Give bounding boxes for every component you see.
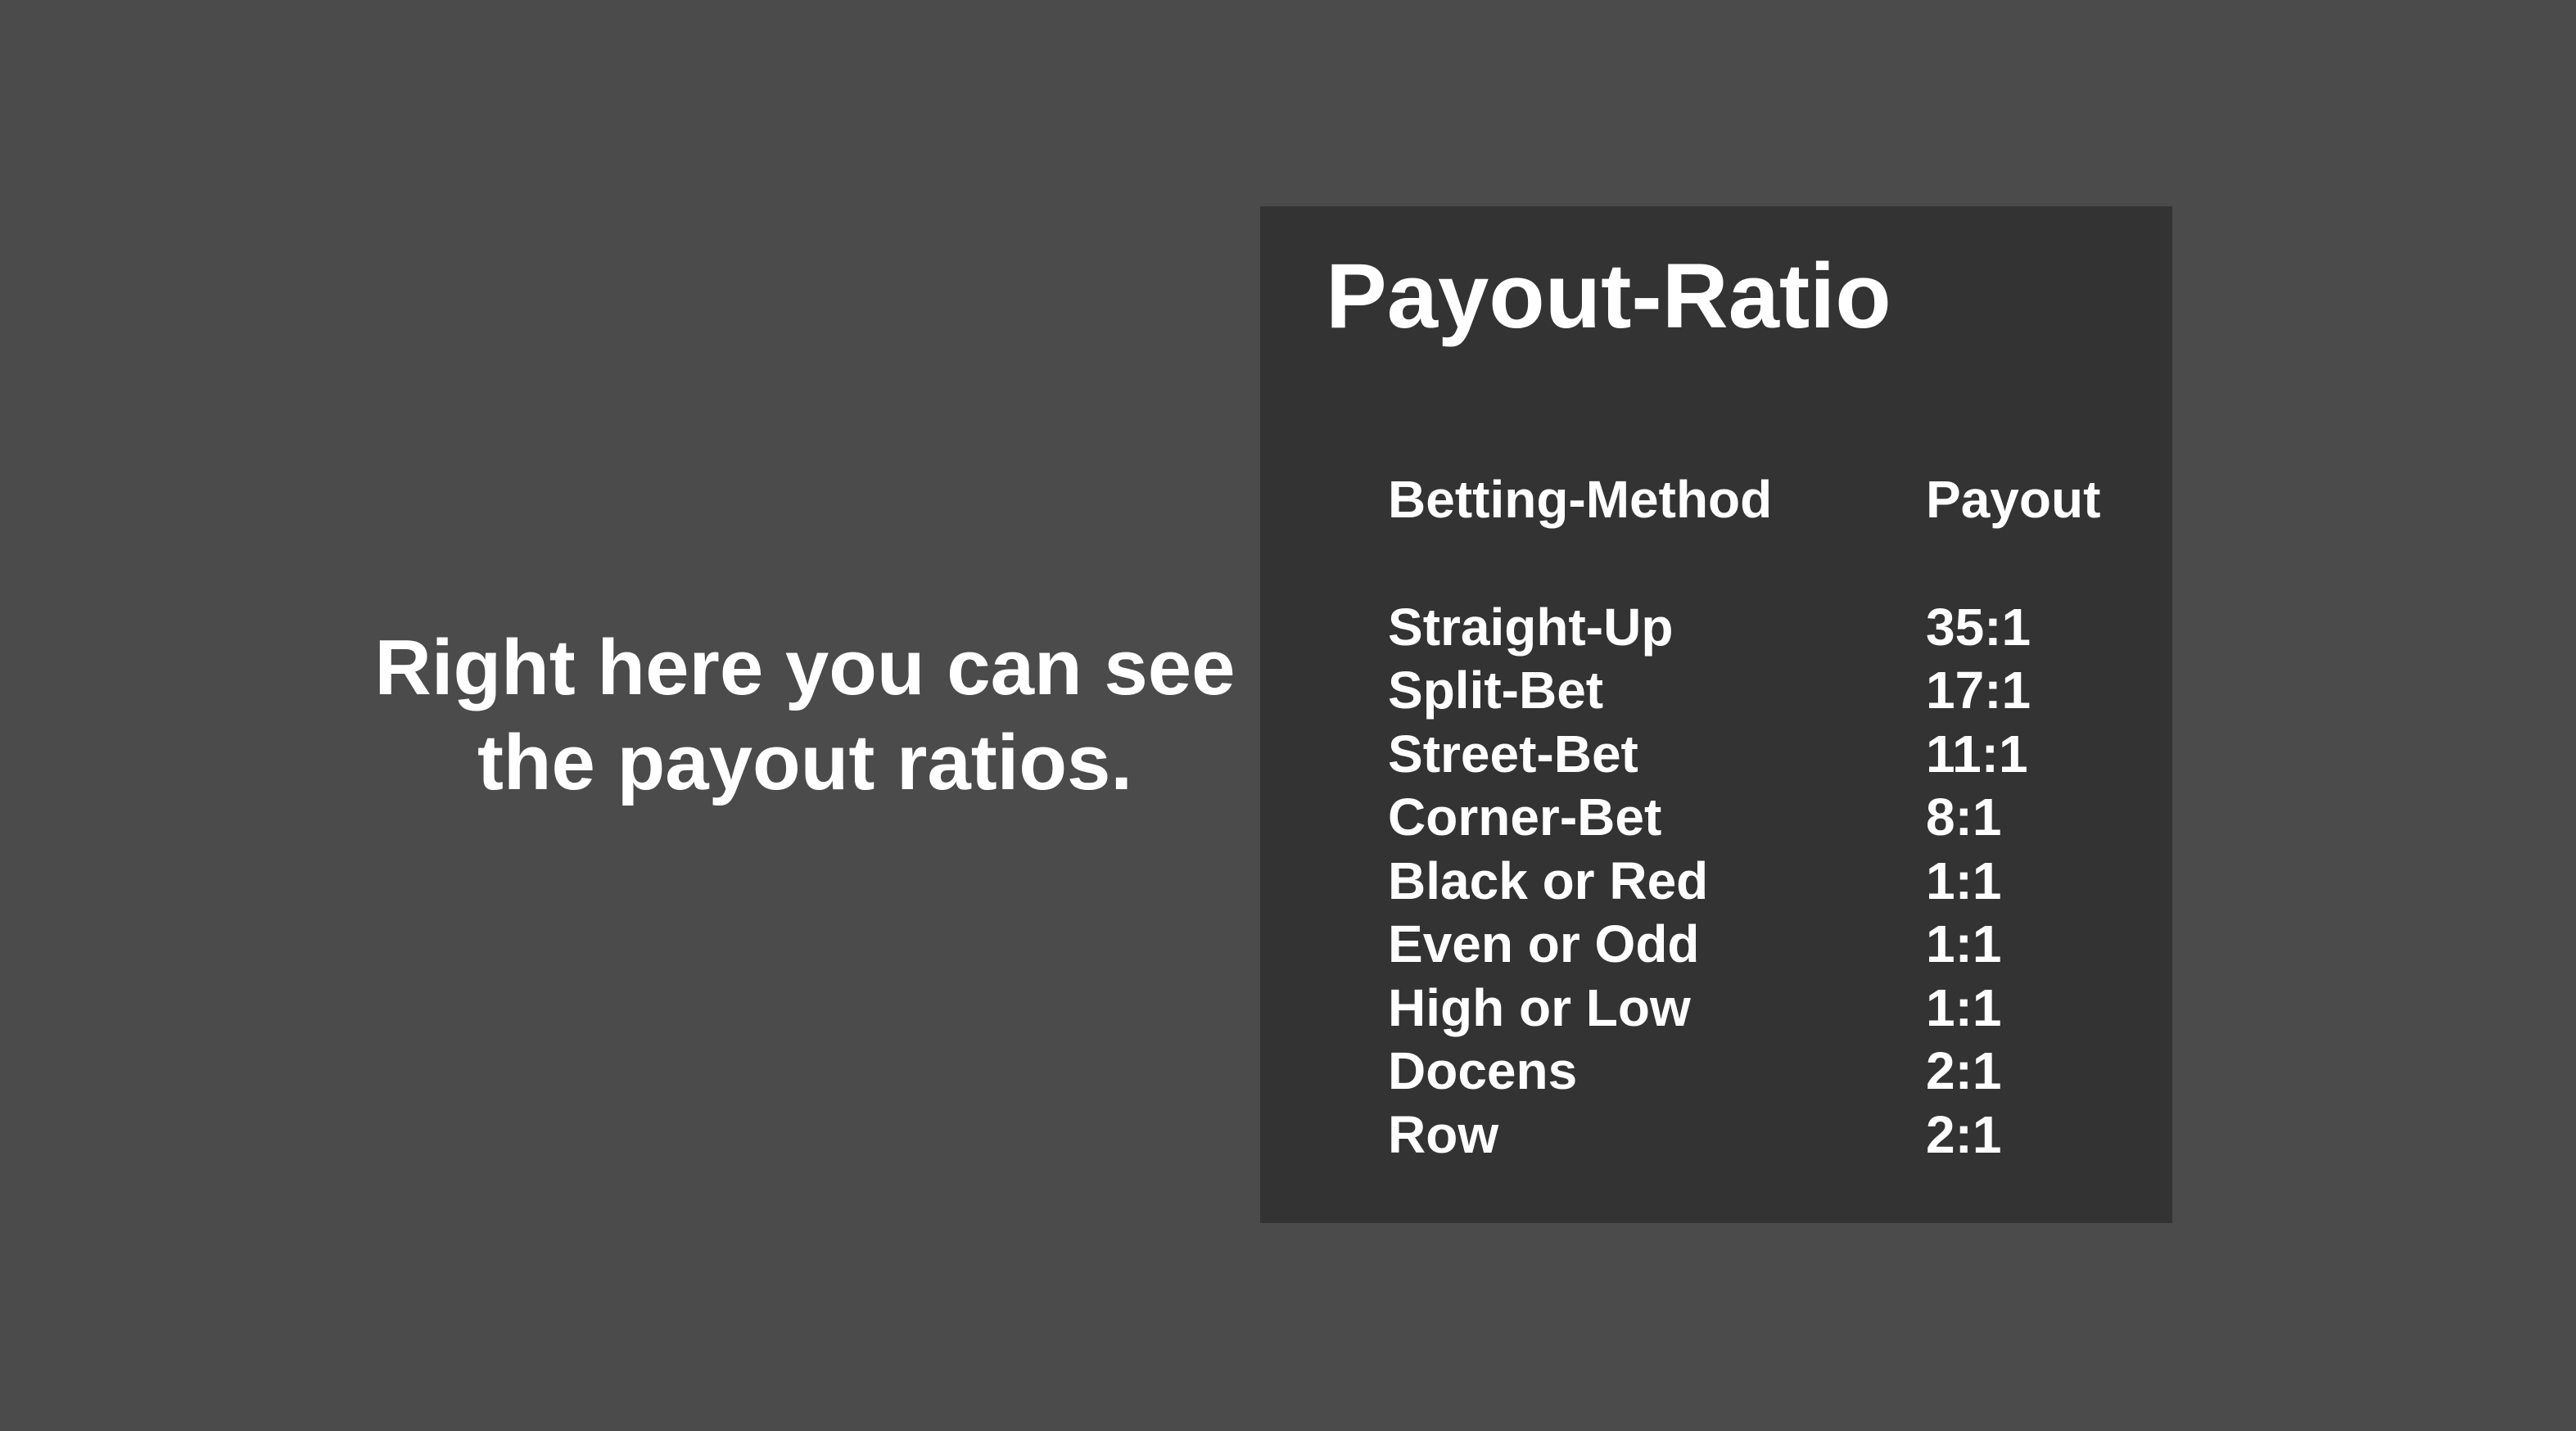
table-row: Even or Odd 1:1: [1388, 913, 2125, 977]
column-header-betting-method: Betting-Method: [1388, 470, 1773, 529]
betting-method-cell: Split-Bet: [1388, 661, 1604, 720]
payout-cell: 8:1: [1926, 788, 2002, 846]
column-header-payout: Payout: [1926, 470, 2101, 529]
payout-cell: 11:1: [1926, 724, 2028, 783]
betting-method-cell: Even or Odd: [1388, 914, 1700, 973]
betting-method-cell: Straight-Up: [1388, 597, 1674, 657]
table-row: Corner-Bet 8:1: [1388, 786, 2125, 850]
table-row: High or Low 1:1: [1388, 977, 2125, 1041]
table-row: Row 2:1: [1388, 1104, 2125, 1167]
payout-table: Betting-Method Payout Straight-Up 35:1 S…: [1388, 468, 2125, 1167]
payout-cell: 2:1: [1926, 1041, 2002, 1100]
betting-method-cell: Street-Bet: [1388, 724, 1638, 783]
table-header-row: Betting-Method Payout: [1388, 468, 2125, 532]
betting-method-cell: Corner-Bet: [1388, 788, 1662, 846]
betting-method-cell: Black or Red: [1388, 851, 1709, 910]
betting-method-cell: Docens: [1388, 1041, 1578, 1100]
table-row: Split-Bet 17:1: [1388, 659, 2125, 723]
table-row: Docens 2:1: [1388, 1040, 2125, 1104]
betting-method-cell: High or Low: [1388, 977, 1691, 1037]
payout-cell: 17:1: [1926, 661, 2031, 720]
panel-title: Payout-Ratio: [1326, 245, 1891, 347]
payout-cell: 35:1: [1926, 597, 2031, 657]
table-row: Straight-Up 35:1: [1388, 596, 2125, 660]
table-row: Black or Red 1:1: [1388, 850, 2125, 914]
payout-cell: 1:1: [1926, 851, 2002, 910]
table-row: Street-Bet 11:1: [1388, 723, 2125, 787]
payout-cell: 1:1: [1926, 977, 2002, 1037]
payout-cell: 1:1: [1926, 914, 2002, 973]
slide-caption: Right here you can see the payout ratios…: [374, 624, 1236, 806]
payout-ratio-panel: Payout-Ratio Betting-Method Payout Strai…: [1260, 206, 2172, 1223]
betting-method-cell: Row: [1388, 1104, 1499, 1164]
payout-cell: 2:1: [1926, 1104, 2002, 1164]
